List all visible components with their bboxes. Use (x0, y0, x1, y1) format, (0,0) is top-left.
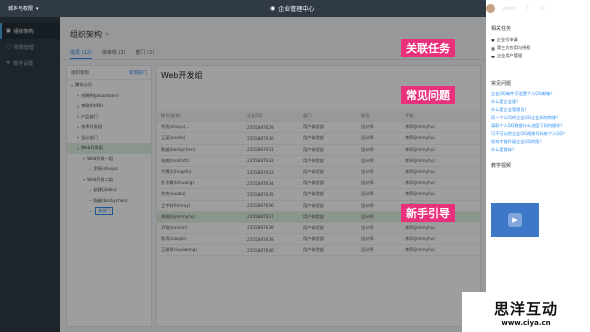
task-label: 第三方应用与授权 (496, 45, 531, 50)
grid-icon: ▦ (491, 45, 495, 51)
avatar[interactable] (486, 4, 495, 13)
faq-title: 常见问题 (491, 81, 512, 87)
brand[interactable]: 城乡与权限 ▾ (0, 5, 60, 13)
user-name[interactable]: Amie (503, 6, 516, 12)
guide-overlay[interactable] (0, 17, 486, 332)
faq-link[interactable]: 什么是企业管理员？ (486, 106, 590, 114)
callout-related-tasks: 关联任务 (401, 39, 455, 57)
heart-icon: ♥ (491, 37, 495, 43)
faq-link[interactable]: 什么是企业版？ (486, 98, 590, 106)
topbar-actions: Amie ? ⏻ (486, 0, 590, 17)
task-item[interactable]: ♥ 企业号申请 (486, 36, 590, 44)
help-panel: 相关任务 ♥ 企业号申请 ▦ 第三方应用与授权 ▬ 企业用户管理 常见问题 企业… (486, 17, 590, 332)
app-title-text: 企业管理中心 (278, 6, 315, 13)
faq-link[interactable]: 同一个公司的企业QQ企业如何转移？ (486, 114, 590, 122)
help-icon[interactable]: ? (524, 5, 531, 12)
brand-label: 城乡与权限 (8, 6, 34, 12)
faq-link[interactable]: 什么是群体？ (486, 146, 590, 154)
faq-link[interactable]: 离职个人QQ数据什么进度下如何操作？ (486, 122, 590, 130)
faq-list: 企业QQ邮件可设置个人QQ邮箱？ 什么是企业版？ 什么是企业管理员？ 同一个公司的企业… (486, 90, 590, 154)
task-item[interactable]: ▦ 第三方应用与授权 (486, 44, 590, 52)
top-bar: 城乡与权限 ▾ ◉ 企业管理中心 Amie ? ⏻ (0, 0, 590, 17)
faq-link[interactable]: 可不可以把企业QQ改换号码给个人QQ？ (486, 130, 590, 138)
task-item[interactable]: ▬ 企业用户管理 (486, 52, 590, 60)
watermark-title: 思洋互动 (493, 299, 558, 318)
faq-link[interactable]: 如何才能升级企业QQ的版？ (486, 138, 590, 146)
tasks-title: 相关任务 (491, 26, 512, 32)
play-icon: ▶ (508, 213, 522, 227)
faq-link[interactable]: 企业QQ邮件可设置个人QQ邮箱？ (486, 90, 590, 98)
watermark-logo: 思洋互动 www.ciya.cn (462, 292, 590, 332)
watermark-url: www.ciya.cn (501, 318, 551, 327)
task-label: 企业用户管理 (496, 53, 523, 58)
chevron-down-icon: ▾ (36, 5, 39, 12)
video-title: 教学视频 (491, 163, 512, 169)
task-label: 企业号申请 (496, 37, 518, 42)
app-title: ◉ 企业管理中心 (270, 0, 314, 17)
tutorial-video[interactable]: ▶ (491, 203, 539, 237)
power-icon[interactable]: ⏻ (539, 5, 546, 12)
callout-faq: 常见问题 (401, 86, 455, 104)
folder-icon: ▬ (491, 53, 495, 59)
qq-icon: ◉ (270, 5, 276, 12)
callout-guide: 新手引导 (401, 204, 455, 222)
